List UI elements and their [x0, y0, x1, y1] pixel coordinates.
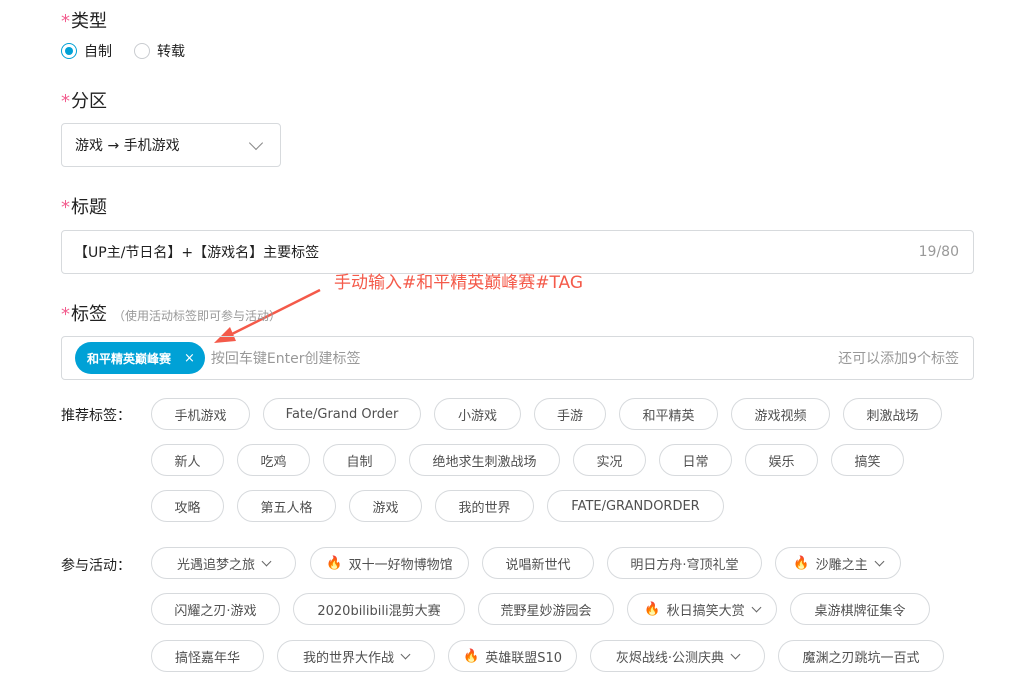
recommended-tag[interactable]: 娱乐: [745, 444, 818, 476]
partition-select[interactable]: 游戏 → 手机游戏: [61, 123, 281, 167]
required-star: *: [61, 304, 70, 325]
chevron-down-icon: [751, 602, 762, 612]
recommended-tag[interactable]: 我的世界: [435, 490, 534, 522]
activity-tag[interactable]: 🔥 双十一好物博物馆: [310, 547, 469, 579]
required-star: *: [61, 91, 70, 112]
activity-tag[interactable]: 灰烬战线·公测庆典: [590, 640, 765, 672]
recommended-tag[interactable]: 吃鸡: [237, 444, 310, 476]
recommended-tag[interactable]: 小游戏: [434, 398, 521, 430]
activity-tag[interactable]: 搞怪嘉年华: [151, 640, 264, 672]
recommended-tag[interactable]: 新人: [151, 444, 224, 476]
activity-tag[interactable]: 🔥 沙雕之主: [775, 547, 901, 579]
radio-repost[interactable]: 转载: [134, 41, 185, 61]
fire-icon: 🔥: [326, 555, 343, 571]
activity-tag[interactable]: 闪耀之刃·游戏: [151, 593, 280, 625]
fire-icon: 🔥: [644, 601, 661, 617]
title-label: *标题: [61, 197, 107, 218]
recommended-tag[interactable]: 手游: [534, 398, 606, 430]
recommended-tag[interactable]: 手机游戏: [151, 398, 250, 430]
fire-icon: 🔥: [793, 555, 810, 571]
recommended-tag[interactable]: 刺激战场: [843, 398, 942, 430]
required-star: *: [61, 11, 70, 32]
recommended-tag[interactable]: 搞笑: [831, 444, 904, 476]
activity-tag[interactable]: 说唱新世代: [482, 547, 594, 579]
activity-tag[interactable]: 🔥 英雄联盟S10: [448, 640, 577, 672]
fire-icon: 🔥: [463, 648, 480, 664]
chevron-down-icon: [248, 135, 264, 150]
recommended-tag[interactable]: 自制: [323, 444, 396, 476]
close-icon[interactable]: ×: [184, 351, 195, 366]
tags-placeholder: 按回车键Enter创建标签: [210, 351, 361, 367]
activity-tag[interactable]: 我的世界大作战: [277, 640, 435, 672]
activity-tag[interactable]: 光遇追梦之旅: [151, 547, 296, 579]
activity-tag[interactable]: 🔥 秋日搞笑大赏: [627, 593, 777, 625]
recommended-tag[interactable]: Fate/Grand Order: [263, 398, 421, 430]
title-char-counter: 19/80: [918, 244, 959, 260]
recommended-label: 推荐标签：: [61, 408, 131, 424]
annotation-text: 手动输入#和平精英巅峰赛#TAG: [334, 273, 584, 293]
recommended-tag[interactable]: 第五人格: [237, 490, 336, 522]
recommended-tag[interactable]: 游戏视频: [731, 398, 830, 430]
radio-original[interactable]: 自制: [61, 41, 112, 61]
activity-tag[interactable]: 明日方舟·穹顶礼堂: [607, 547, 762, 579]
recommended-tag[interactable]: 日常: [659, 444, 732, 476]
recommended-tag[interactable]: 攻略: [151, 490, 224, 522]
recommended-tag[interactable]: 绝地求生刺激战场: [409, 444, 560, 476]
activity-tag[interactable]: 荒野星妙游园会: [478, 593, 614, 625]
activities-label: 参与活动：: [61, 558, 131, 574]
tags-remaining: 还可以添加9个标签: [838, 351, 959, 367]
chevron-down-icon: [874, 556, 885, 566]
tags-input[interactable]: 和平精英巅峰赛 × 按回车键Enter创建标签 还可以添加9个标签: [61, 336, 974, 380]
type-radio-group: 自制 转载: [61, 41, 207, 61]
chevron-down-icon: [400, 649, 411, 659]
activity-tag[interactable]: 桌游棋牌征集令: [790, 593, 930, 625]
partition-label: *分区: [61, 91, 107, 112]
radio-repost-dot[interactable]: [134, 43, 150, 59]
chevron-down-icon: [730, 649, 741, 659]
recommended-tag[interactable]: 实况: [573, 444, 646, 476]
recommended-tag[interactable]: 游戏: [349, 490, 422, 522]
tags-label: *标签 （使用活动标签即可参与活动）: [61, 304, 282, 325]
recommended-tag[interactable]: FATE/GRANDORDER: [547, 490, 724, 522]
tag-chip[interactable]: 和平精英巅峰赛 ×: [75, 342, 205, 374]
activity-tag[interactable]: 魔渊之刃跳坑一百式: [778, 640, 944, 672]
recommended-tag[interactable]: 和平精英: [619, 398, 718, 430]
activity-tag[interactable]: 2020bilibili混剪大赛: [293, 593, 465, 625]
tags-hint: （使用活动标签即可参与活动）: [113, 309, 282, 323]
type-label: *类型: [61, 11, 107, 32]
chevron-down-icon: [261, 556, 272, 566]
radio-original-dot[interactable]: [61, 43, 77, 59]
required-star: *: [61, 197, 70, 218]
